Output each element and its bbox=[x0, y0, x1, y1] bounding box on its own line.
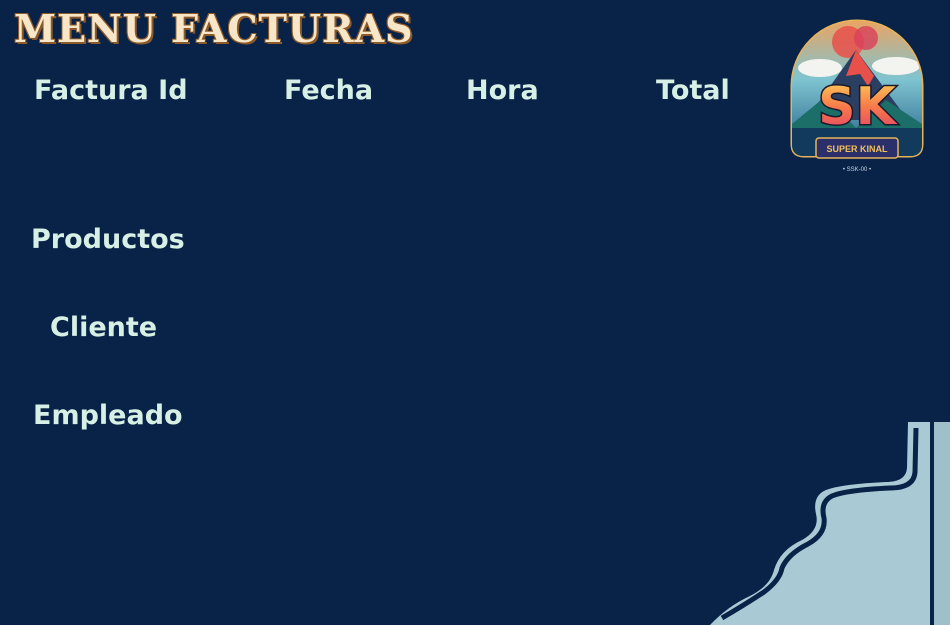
logo-tagline: • SSK-00 • bbox=[843, 167, 871, 173]
label-factura-id: Factura Id bbox=[34, 75, 188, 106]
super-kinal-logo: SK SUPER KINAL • SSK-00 • bbox=[790, 19, 924, 173]
label-total: Total bbox=[656, 75, 730, 106]
label-empleado: Empleado bbox=[33, 400, 183, 431]
logo-name: SUPER KINAL bbox=[826, 144, 888, 154]
label-cliente: Cliente bbox=[50, 312, 158, 343]
logo-letters: SK bbox=[818, 77, 897, 137]
label-productos: Productos bbox=[31, 224, 185, 255]
label-fecha: Fecha bbox=[284, 75, 374, 106]
decorative-wave bbox=[710, 422, 950, 625]
page-title: MENU FACTURAS bbox=[14, 6, 414, 51]
label-hora: Hora bbox=[466, 75, 539, 106]
